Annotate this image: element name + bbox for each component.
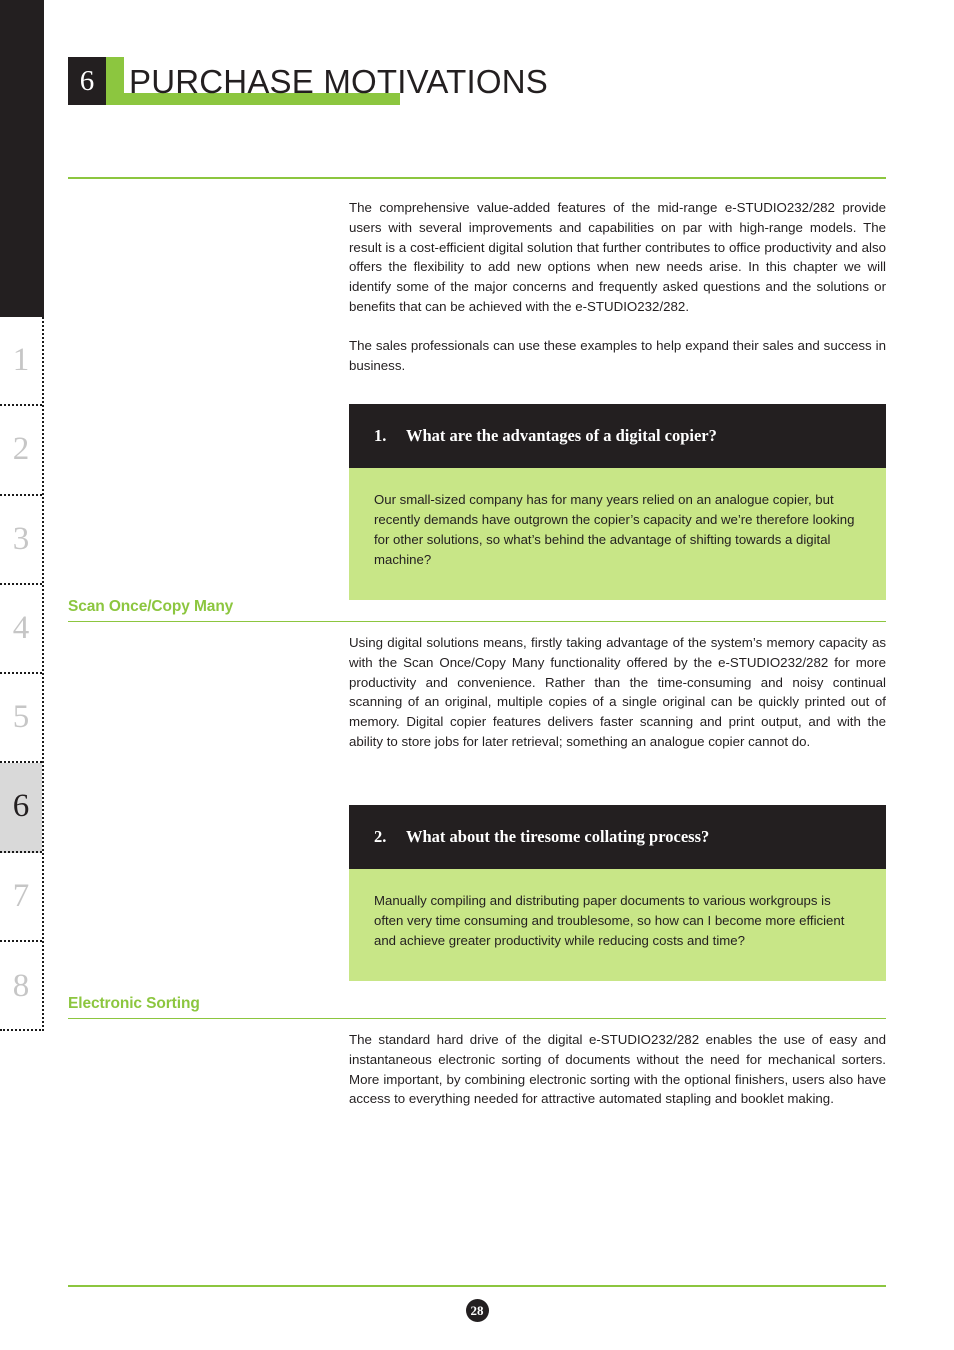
section-body-scan-once-copy-many: Using digital solutions means, firstly t… <box>349 633 886 752</box>
intro-paragraph-1: The comprehensive value-added features o… <box>349 200 886 314</box>
sidebar-tab-7[interactable]: 7 <box>0 853 42 942</box>
sidebar-tab-label: 8 <box>12 967 30 1004</box>
qa-number-2: 2. <box>374 827 387 846</box>
sidebar-top-block <box>0 0 44 317</box>
qa-question-header-1: 1. What are the advantages of a digital … <box>349 404 886 468</box>
page-content: 6 PURCHASE MOTIVATIONS The comprehensive… <box>68 0 886 1350</box>
sidebar-tab-label: 2 <box>12 431 30 468</box>
qa-number-1: 1. <box>374 426 387 445</box>
page-number-badge: 28 <box>465 1299 489 1322</box>
top-divider-rule <box>68 177 886 179</box>
sidebar-tab-5[interactable]: 5 <box>0 674 42 764</box>
section-body-electronic-sorting: The standard hard drive of the digital e… <box>349 1030 886 1109</box>
sidebar-tab-6[interactable]: 6 <box>0 763 42 853</box>
sidebar-tab-label: 4 <box>12 609 30 646</box>
sidebar-tab-label: 6 <box>12 788 30 825</box>
chapter-number: 6 <box>79 64 95 97</box>
sidebar-tab-label: 3 <box>12 520 30 557</box>
sidebar-tab-label: 7 <box>12 877 30 914</box>
qa-question-text-1: What are the advantages of a digital cop… <box>406 426 717 445</box>
section-heading-label: Scan Once/Copy Many <box>68 598 234 615</box>
sidebar-tab-label: 1 <box>12 342 30 379</box>
chapter-tab-sidebar: 1 2 3 4 5 6 7 8 <box>0 0 44 1350</box>
sidebar-tab-1[interactable]: 1 <box>0 317 42 407</box>
section-heading-scan-once-copy-many: Scan Once/Copy Many <box>68 598 886 623</box>
section-heading-rule <box>68 620 886 623</box>
qa-question-header-2: 2. What about the tiresome collating pro… <box>349 805 886 869</box>
page-title: PURCHASE MOTIVATIONS <box>129 62 548 100</box>
page-number-footer: 28 <box>68 1299 886 1322</box>
sidebar-tab-2[interactable]: 2 <box>0 406 42 496</box>
section-paragraph: Using digital solutions means, firstly t… <box>349 635 886 749</box>
sidebar-rail-end-divider <box>0 1029 44 1031</box>
section-heading-label: Electronic Sorting <box>68 995 200 1012</box>
qa-scenario-2: Manually compiling and distributing pape… <box>349 868 886 981</box>
section-heading-rule <box>68 1017 886 1020</box>
bottom-divider-rule <box>68 1285 886 1287</box>
qa-question-text-2: What about the tiresome collating proces… <box>406 827 710 846</box>
intro-text-block: The comprehensive value-added features o… <box>349 198 886 375</box>
sidebar-tab-4[interactable]: 4 <box>0 585 42 674</box>
sidebar-tab-8[interactable]: 8 <box>0 942 42 1031</box>
sidebar-tab-label: 5 <box>12 699 30 736</box>
qa-scenario-1: Our small-sized company has for many yea… <box>349 467 886 600</box>
sidebar-tab-3[interactable]: 3 <box>0 496 42 585</box>
intro-paragraph-2: The sales professionals can use these ex… <box>349 337 886 373</box>
chapter-header: 6 PURCHASE MOTIVATIONS <box>68 57 548 105</box>
qa-block-2: 2. What about the tiresome collating pro… <box>349 805 886 981</box>
sidebar-tab-rail: 1 2 3 4 5 6 7 8 <box>0 317 44 1031</box>
qa-block-1: 1. What are the advantages of a digital … <box>349 404 886 600</box>
section-heading-electronic-sorting: Electronic Sorting <box>68 995 886 1020</box>
section-paragraph: The standard hard drive of the digital e… <box>349 1032 886 1107</box>
chapter-number-box: 6 <box>68 57 106 105</box>
